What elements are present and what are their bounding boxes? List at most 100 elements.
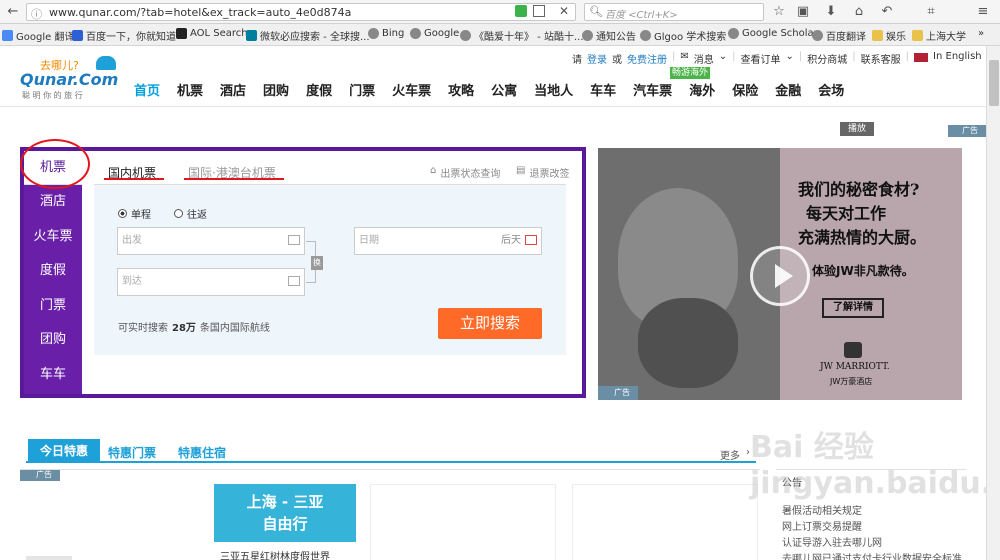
hotel-ad[interactable]: 我们的秘密食材? 每天对工作 充满热情的大厨。 体验JW非凡款待。 了解详情 J… [598, 148, 962, 400]
messages-menu[interactable]: 消息 [694, 51, 714, 66]
notice-item[interactable]: 去哪儿网已通过支付卡行业数据安全标准 [782, 550, 966, 560]
bookmark-item[interactable]: Glgoo 学术搜索 [640, 28, 726, 43]
crop-icon[interactable]: ⌗ [922, 3, 940, 21]
promo-card[interactable]: 上海 - 三亚 自由行 [214, 484, 356, 542]
undo-icon[interactable]: ↶ [878, 3, 896, 21]
qunar-logo[interactable]: 去哪儿? Qunar.Com 聪 明 你 的 旅 行 [20, 54, 125, 100]
bookmark-item[interactable]: Google Scholar [728, 28, 818, 39]
flag-icon [914, 53, 929, 62]
close-icon[interactable]: ✕ [559, 4, 569, 18]
download-icon[interactable]: ⬇ [822, 3, 840, 21]
globe-icon [812, 30, 823, 41]
nav-insurance[interactable]: 保险 [732, 80, 758, 99]
english-link[interactable]: In English [933, 51, 982, 66]
side-tab-hotels[interactable]: 酒店 [24, 185, 82, 219]
service-link[interactable]: 联系客服 [861, 51, 901, 66]
play-icon[interactable] [750, 246, 810, 306]
bookmark-item[interactable]: Bing [368, 28, 404, 39]
nav-apartments[interactable]: 公寓 [491, 80, 517, 99]
bookmark-item[interactable]: AOL Search [176, 28, 248, 39]
side-tab-groupbuy[interactable]: 团购 [24, 323, 82, 357]
date-input[interactable]: 日期 后天 [354, 227, 542, 255]
shield-icon[interactable] [515, 5, 527, 17]
folder-icon [872, 30, 883, 41]
tab-stay-deals[interactable]: 特惠住宿 [178, 444, 226, 461]
bookmark-item[interactable]: 微软必应搜索 - 全球搜... [246, 28, 370, 43]
page-scrollbar[interactable] [986, 46, 1000, 560]
bookmark-item[interactable]: Google 翻译 [2, 28, 74, 43]
nav-groupbuy[interactable]: 团购 [263, 80, 289, 99]
ad-cta-button[interactable]: 了解详情 [822, 298, 884, 318]
tab-today-deals[interactable]: 今日特惠 [28, 439, 100, 463]
star-icon[interactable]: ☆ [770, 3, 788, 21]
status-link[interactable]: ⌂ 出票状态查询 [430, 165, 500, 180]
nav-bus[interactable]: 汽车票 [633, 80, 672, 99]
oneway-radio[interactable]: 单程 [118, 206, 151, 221]
ad-corner-label: 广告 [598, 386, 638, 400]
side-tab-vacation[interactable]: 度假 [24, 254, 82, 288]
ad-label: 广告 [948, 125, 986, 137]
overflow-icon[interactable]: » [978, 28, 984, 39]
back-icon[interactable]: ← [4, 3, 22, 21]
more-link[interactable]: 更多 › [720, 447, 750, 462]
header-divider [0, 106, 986, 107]
bookmark-item[interactable]: 百度翻译 [812, 28, 866, 43]
nav-home[interactable]: 首页 [134, 80, 160, 99]
url-field[interactable]: ⓘ www.qunar.com/?tab=hotel&ex_track=auto… [26, 3, 576, 21]
points-link[interactable]: 积分商城 [807, 51, 847, 66]
bing-icon [246, 30, 257, 41]
reader-icon[interactable]: ▣ [794, 3, 812, 21]
nav-guides[interactable]: 攻略 [448, 80, 474, 99]
nav-cars[interactable]: 车车 [590, 80, 616, 99]
swap-button[interactable]: 换 [311, 256, 323, 270]
nav-finance[interactable]: 金融 [775, 80, 801, 99]
register-link[interactable]: 免费注册 [627, 51, 667, 66]
notice-item[interactable]: 暑假活动相关规定 [782, 502, 966, 517]
nav-hotels[interactable]: 酒店 [220, 80, 246, 99]
nav-overseas[interactable]: 海外 [689, 80, 715, 99]
tab-ticket-deals[interactable]: 特惠门票 [108, 444, 156, 461]
to-input[interactable]: 到达 [117, 268, 305, 296]
login-link[interactable]: 登录 [587, 51, 607, 66]
bookmark-folder[interactable]: 上海大学 [912, 28, 966, 43]
nav-tickets[interactable]: 门票 [349, 80, 375, 99]
search-field[interactable]: 🔍︎ 百度 <Ctrl+K> [584, 3, 764, 21]
orders-menu[interactable]: 查看订单 [741, 51, 781, 66]
bookmark-item[interactable]: 《酷爱十年》 - 站酷十... [460, 28, 584, 43]
nav-flights[interactable]: 机票 [177, 80, 203, 99]
camel-icon [96, 56, 116, 70]
menu-icon[interactable]: ≡ [974, 3, 992, 21]
qr-icon[interactable] [533, 5, 545, 17]
refund-link[interactable]: ▤ 退票改签 [516, 165, 569, 180]
play-button[interactable]: 播放 [840, 122, 874, 136]
home-icon[interactable]: ⌂ [850, 3, 868, 21]
overseas-badge: 畅游海外 [670, 67, 711, 79]
aol-icon [176, 28, 187, 39]
ad-headline-1: 我们的秘密食材? [798, 180, 920, 199]
notice-item[interactable]: 认证导游入驻去哪儿网 [782, 534, 966, 549]
nav-train[interactable]: 火车票 [392, 80, 431, 99]
nav-events[interactable]: 会场 [818, 80, 844, 99]
from-input[interactable]: 出发 [117, 227, 305, 255]
side-tab-cars[interactable]: 车车 [24, 358, 82, 392]
deal-card[interactable] [572, 484, 758, 560]
document-icon: ▤ [516, 165, 526, 176]
nav-vacation[interactable]: 度假 [306, 80, 332, 99]
marriott-icon [844, 342, 862, 358]
nav-locals[interactable]: 当地人 [534, 80, 573, 99]
bookmark-item[interactable]: Google [410, 28, 459, 39]
bookmark-item[interactable]: 百度一下，你就知道 [72, 28, 176, 43]
roundtrip-radio[interactable]: 往返 [174, 206, 207, 221]
promo-title: 上海 - 三亚 [246, 493, 324, 511]
notice-item[interactable]: 网上订票交易提醒 [782, 518, 966, 533]
promo-subtitle: 自由行 [262, 515, 308, 533]
side-tab-train[interactable]: 火车票 [24, 220, 82, 254]
scrollbar-thumb[interactable] [989, 60, 999, 106]
bookmark-item[interactable]: 通知公告 [582, 28, 636, 43]
route-stats: 可实时搜索 28万 条国内国际航线 [118, 323, 270, 334]
side-tab-tickets[interactable]: 门票 [24, 289, 82, 323]
bookmark-folder[interactable]: 娱乐 [872, 28, 906, 43]
deal-card[interactable] [370, 484, 556, 560]
bookmarks-bar: Google 翻译 百度一下，你就知道 AOL Search 微软必应搜索 - … [0, 24, 1000, 46]
search-button[interactable]: 立即搜索 [438, 308, 542, 339]
